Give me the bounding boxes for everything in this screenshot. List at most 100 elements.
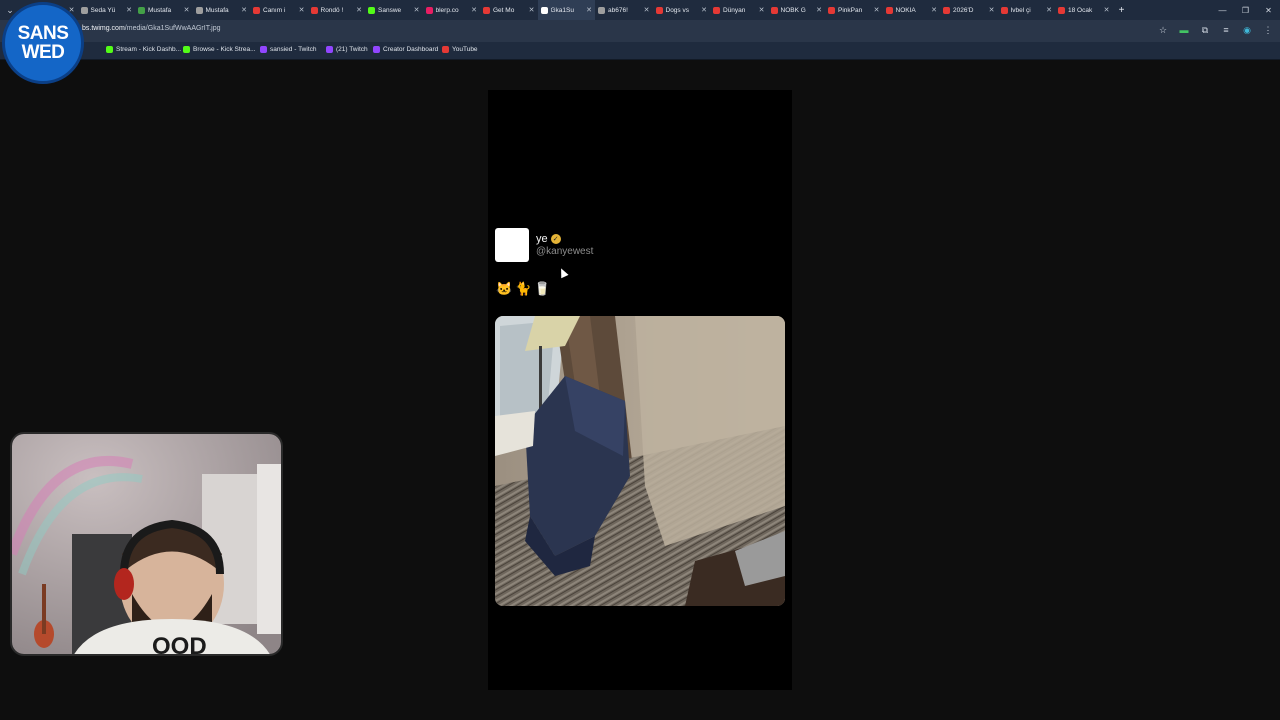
- browser-tab[interactable]: Rondö ! ✕: [308, 0, 366, 20]
- browser-tab[interactable]: 18 Ocak ✕: [1055, 0, 1113, 20]
- tab-close-icon[interactable]: ✕: [931, 6, 937, 14]
- tab-title: Mustafa: [148, 6, 172, 14]
- tab-title: Get Mo: [493, 6, 515, 14]
- tab-favicon-icon: [885, 6, 893, 14]
- tab-favicon-icon: [425, 6, 433, 14]
- minimize-icon[interactable]: —: [1211, 0, 1234, 20]
- tab-title: Canım i: [263, 6, 286, 14]
- bookmark-item[interactable]: (21) Twitch: [326, 46, 368, 53]
- tab-favicon-icon: [655, 6, 663, 14]
- avatar: [495, 228, 529, 262]
- tab-close-icon[interactable]: ✕: [816, 6, 822, 14]
- browser-tab[interactable]: Sanswe ✕: [365, 0, 423, 20]
- more-menu-icon[interactable]: ⋮: [1262, 24, 1274, 36]
- close-window-icon[interactable]: ✕: [1257, 0, 1280, 20]
- tab-close-icon[interactable]: ✕: [184, 6, 190, 14]
- bookmark-item[interactable]: sansied - Twitch: [260, 46, 316, 53]
- url-field[interactable]: bs.twimg.com/media/Gka1SufWwAAGrIT.jpg: [82, 25, 221, 32]
- tab-favicon-icon: [828, 6, 835, 14]
- new-tab-button[interactable]: +: [1113, 5, 1131, 16]
- tab-favicon-icon: [138, 6, 145, 14]
- bookmark-label: sansied - Twitch: [270, 46, 317, 53]
- tab-favicon-icon: [195, 6, 203, 14]
- reading-list-icon[interactable]: ≡: [1220, 24, 1232, 36]
- tab-title: Ivbel çi: [1010, 6, 1031, 14]
- tab-close-icon[interactable]: ✕: [586, 6, 592, 14]
- svg-text:OOD: OOD: [152, 633, 207, 656]
- tab-close-icon[interactable]: ✕: [356, 6, 362, 14]
- browser-tab[interactable]: 2026'D ✕: [940, 0, 998, 20]
- tab-title: Seda Yü: [90, 6, 116, 14]
- tab-title: Rondö !: [320, 6, 344, 14]
- tab-title: Dünyan: [723, 6, 746, 14]
- extension-green-icon[interactable]: ▬: [1178, 24, 1190, 36]
- bookmark-label: YouTube: [452, 46, 478, 53]
- tab-favicon-icon: [1058, 6, 1065, 14]
- browser-tab[interactable]: Dogs vs ✕: [653, 0, 711, 20]
- tab-favicon-icon: [310, 6, 318, 14]
- tab-title: Gka1Su: [550, 6, 575, 14]
- bookmark-label: Creator Dashboard: [383, 46, 439, 53]
- tab-favicon-icon: [598, 6, 605, 14]
- bookmark-favicon-icon: [183, 46, 190, 53]
- browser-tab[interactable]: Gka1Su ✕: [537, 0, 595, 20]
- sanswed-logo: SANS WED: [2, 2, 84, 84]
- browser-tab[interactable]: Dünyan ✕: [710, 0, 768, 20]
- bookmark-item[interactable]: Browse - Kick Strea...: [183, 46, 256, 53]
- bookmark-item[interactable]: Stream - Kick Dashb...: [106, 46, 181, 53]
- browser-tab[interactable]: Mustafa ✕: [135, 0, 193, 20]
- bookmark-favicon-icon: [326, 46, 333, 53]
- tab-title: PinkPan: [838, 6, 863, 14]
- tab-favicon-icon: [943, 6, 950, 14]
- tab-close-icon[interactable]: ✕: [874, 6, 880, 14]
- tab-favicon-icon: [770, 6, 778, 14]
- tab-favicon-icon: [713, 6, 720, 14]
- tab-close-icon[interactable]: ✕: [241, 6, 247, 14]
- tab-title: Mustafa: [205, 6, 229, 14]
- tab-title: 18 Ocak: [1068, 6, 1093, 14]
- logo-line-1: SANS: [17, 23, 69, 44]
- tab-close-icon[interactable]: ✕: [299, 6, 305, 14]
- address-bar-icons: ☆ ▬ ⧉ ≡ ◉ ⋮: [1157, 24, 1274, 36]
- window-controls: — ❐ ✕: [1211, 0, 1280, 20]
- browser-tab[interactable]: Canım i ✕: [250, 0, 308, 20]
- cat-emoji: 🐈: [515, 281, 532, 296]
- restore-icon[interactable]: ❐: [1234, 0, 1257, 20]
- browser-tab-strip: ⌄ The Leg✕Seda Yü✕Mustafa✕Mustafa✕Canım …: [0, 0, 1280, 20]
- url-path: /media/Gka1SufWwAAGrIT.jpg: [124, 25, 221, 32]
- bookmark-star-icon[interactable]: ☆: [1157, 24, 1169, 36]
- verified-badge-icon: ✓: [550, 234, 561, 244]
- extensions-puzzle-icon[interactable]: ⧉: [1199, 24, 1211, 36]
- tab-close-icon[interactable]: ✕: [701, 6, 707, 14]
- browser-tab[interactable]: ab676! ✕: [595, 0, 653, 20]
- browser-tab[interactable]: Mustafa ✕: [193, 0, 251, 20]
- browser-tab[interactable]: Get Mo ✕: [480, 0, 538, 20]
- browser-tab[interactable]: Seda Yü ✕: [78, 0, 136, 20]
- tab-close-icon[interactable]: ✕: [471, 6, 477, 14]
- bookmark-item[interactable]: Creator Dashboard: [373, 46, 438, 53]
- tab-close-icon[interactable]: ✕: [414, 6, 420, 14]
- bookmark-favicon-icon: [373, 46, 380, 53]
- hotel-room-photo: [495, 316, 785, 606]
- browser-tab[interactable]: NOKIA ✕: [883, 0, 941, 20]
- tab-favicon-icon: [1000, 6, 1008, 14]
- browser-tab[interactable]: blerp.co ✕: [423, 0, 481, 20]
- bookmark-item[interactable]: YouTube: [442, 46, 478, 53]
- profile-icon[interactable]: ◉: [1241, 24, 1253, 36]
- post-photo: [495, 316, 785, 606]
- tab-close-icon[interactable]: ✕: [529, 6, 535, 14]
- tab-close-icon[interactable]: ✕: [644, 6, 650, 14]
- bookmark-favicon-icon: [106, 46, 113, 53]
- tab-close-icon[interactable]: ✕: [1046, 6, 1052, 14]
- browser-tab[interactable]: NOBK G ✕: [768, 0, 826, 20]
- url-host: bs.twimg.com: [82, 25, 125, 32]
- browser-tab[interactable]: PinkPan ✕: [825, 0, 883, 20]
- tab-close-icon[interactable]: ✕: [1104, 6, 1110, 14]
- tab-title: blerp.co: [435, 6, 459, 14]
- tab-title: NOBK G: [780, 6, 806, 14]
- tab-close-icon[interactable]: ✕: [759, 6, 765, 14]
- tab-close-icon[interactable]: ✕: [126, 6, 132, 14]
- tab-close-icon[interactable]: ✕: [989, 6, 995, 14]
- browser-tab[interactable]: Ivbel çi ✕: [998, 0, 1056, 20]
- post-emojis: 🐱 🐈 🥛: [496, 281, 551, 297]
